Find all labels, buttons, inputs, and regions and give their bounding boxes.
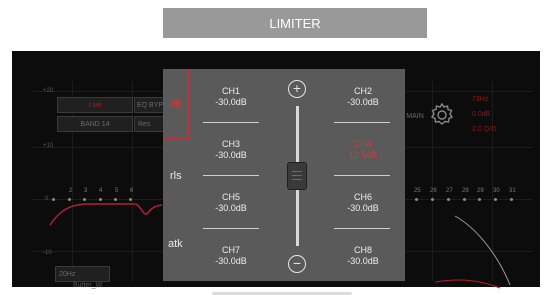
filter-type-label: Butter_W — [73, 282, 103, 289]
band-button[interactable]: BAND 14 — [57, 116, 133, 132]
plus-icon[interactable]: + — [288, 80, 306, 98]
channel-ch6[interactable]: CH6 -30.0dB — [328, 192, 398, 214]
channel-value: -30.0dB — [215, 203, 247, 213]
channel-value: -30.0dB — [215, 150, 247, 160]
channel-name: CH8 — [353, 245, 372, 255]
channel-value: -30.0dB — [215, 256, 247, 266]
channel-name: CH6 — [353, 192, 372, 202]
axis-label: +20 — [43, 88, 54, 94]
level-slider-handle[interactable] — [287, 162, 307, 190]
gear-icon[interactable] — [428, 101, 456, 134]
channel-ch3[interactable]: CH3 -30.0dB — [196, 139, 266, 161]
main-button[interactable]: MAIN — [404, 104, 426, 128]
channel-name: CH2 — [353, 86, 372, 96]
tab-db[interactable]: dB — [163, 69, 189, 139]
q-value: 2.0 Q/O — [472, 126, 497, 133]
tab-atk[interactable]: atk — [168, 238, 183, 250]
freq-value: 73Hz — [472, 96, 489, 103]
channel-ch1[interactable]: CH1 -30.0dB — [196, 86, 266, 108]
channel-name: CH3 — [221, 139, 240, 149]
channel-value: 12.5dB — [348, 150, 378, 160]
channel-value: -30.0dB — [215, 97, 247, 107]
live-button[interactable]: Live — [57, 97, 133, 113]
channel-ch7[interactable]: CH7 -30.0dB — [196, 245, 266, 267]
channel-name: CH1 — [221, 86, 240, 96]
channel-value: -30.0dB — [347, 203, 379, 213]
axis-label: +10 — [43, 143, 54, 149]
channel-ch8[interactable]: CH8 -30.0dB — [328, 245, 398, 267]
channel-name: CH5 — [221, 192, 240, 202]
tab-rls[interactable]: rls — [170, 170, 182, 182]
channel-value: -30.0dB — [347, 256, 379, 266]
channel-name: CH7 — [221, 245, 240, 255]
channel-ch2[interactable]: CH2 -30.0dB — [328, 86, 398, 108]
channel-value: -30.0dB — [347, 97, 379, 107]
frequency-box[interactable]: 20Hz — [55, 266, 110, 282]
channel-name: CH4 — [353, 139, 372, 149]
minus-icon[interactable]: − — [288, 255, 306, 273]
channel-ch5[interactable]: CH5 -30.0dB — [196, 192, 266, 214]
gain-value: 0.0dB — [472, 111, 491, 118]
channel-ch4[interactable]: CH4 12.5dB — [328, 139, 398, 161]
page-title: LIMITER — [163, 8, 427, 38]
